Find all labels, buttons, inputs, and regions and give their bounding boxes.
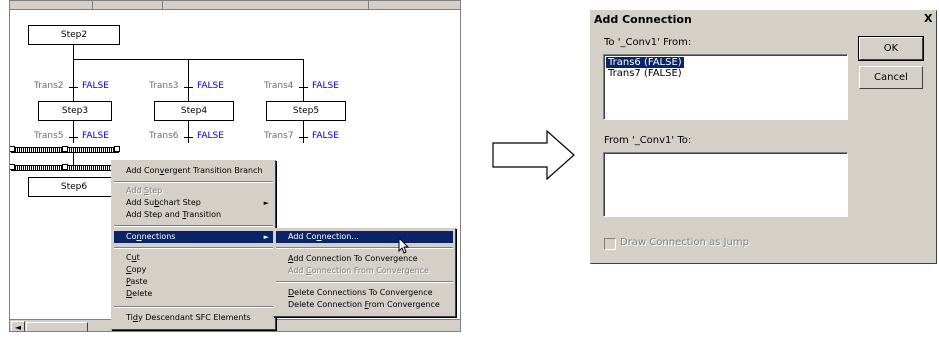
submenu-arrow-icon: ► <box>263 199 269 207</box>
right-arrow-icon <box>492 130 575 180</box>
menu-item-paste[interactable]: Paste <box>114 276 273 288</box>
transition-bar <box>184 87 193 88</box>
menu-separator <box>276 247 453 249</box>
list-item[interactable]: Trans7 (FALSE) <box>606 68 684 79</box>
add-connection-dialog: Add Connection X To '_Conv1' From: Trans… <box>590 10 937 264</box>
scroll-thumb[interactable] <box>26 322 88 331</box>
ok-button[interactable]: OK <box>858 36 924 61</box>
connector-line <box>73 121 74 143</box>
transition-value: FALSE <box>197 81 224 91</box>
transition-name[interactable]: Trans7 <box>264 131 294 141</box>
transition-name[interactable]: Trans4 <box>264 81 294 91</box>
connector-line <box>73 59 74 101</box>
step-step3[interactable]: Step3 <box>38 101 112 121</box>
draw-as-jump-checkbox[interactable] <box>604 238 616 250</box>
top-ruler <box>10 1 460 10</box>
menu-item-delete-connection-from-convergence[interactable]: Delete Connection From Convergence <box>276 299 453 311</box>
close-icon[interactable]: X <box>924 12 932 25</box>
transition-name[interactable]: Trans2 <box>34 81 64 91</box>
transition-name[interactable]: Trans3 <box>149 81 179 91</box>
transition-bar <box>184 137 193 138</box>
to-list-label: From '_Conv1' To: <box>604 135 692 146</box>
menu-item-add-step[interactable]: Add Step <box>114 185 273 197</box>
cancel-button[interactable]: Cancel <box>859 66 923 89</box>
connector-line <box>73 153 74 165</box>
menu-item-copy[interactable]: Copy <box>114 264 273 276</box>
ruler-divider <box>92 1 93 9</box>
transition-value: FALSE <box>312 81 339 91</box>
transition-value: FALSE <box>312 131 339 141</box>
menu-separator <box>114 247 273 249</box>
mouse-cursor-icon <box>398 237 410 254</box>
dialog-title: Add Connection <box>594 13 692 26</box>
context-menu: Add Convergent Transition Branch Add Ste… <box>111 160 276 330</box>
menu-item-delete[interactable]: Delete <box>114 288 273 300</box>
ruler-divider <box>368 1 369 9</box>
selection-handle[interactable] <box>10 146 15 152</box>
from-listbox[interactable]: Trans6 (FALSE) Trans7 (FALSE) <box>603 54 848 120</box>
transition-bar <box>69 87 78 88</box>
menu-separator <box>114 225 273 227</box>
step-step5[interactable]: Step5 <box>266 101 346 121</box>
transition-value: FALSE <box>82 81 109 91</box>
selection-handle[interactable] <box>114 146 120 152</box>
menu-separator <box>114 181 273 183</box>
ruler-divider <box>162 1 163 9</box>
connector-line <box>188 59 189 101</box>
from-list-label: To '_Conv1' From: <box>604 37 692 48</box>
menu-separator <box>114 306 273 308</box>
draw-as-jump-label: Draw Connection as Jump <box>620 237 749 248</box>
connections-submenu: Add Connection... Add Connection To Conv… <box>273 228 456 317</box>
selection-handle[interactable] <box>10 164 15 170</box>
transition-value: FALSE <box>197 131 224 141</box>
connector-line <box>73 45 74 59</box>
to-listbox[interactable] <box>603 152 848 217</box>
menu-item-delete-connections-to-convergence[interactable]: Delete Connections To Convergence <box>276 287 453 299</box>
transition-bar <box>299 87 308 88</box>
transition-value: FALSE <box>82 131 109 141</box>
menu-item-add-step-and-transition[interactable]: Add Step and Transition <box>114 209 273 221</box>
list-item[interactable]: Trans6 (FALSE) <box>606 57 684 68</box>
step-step2[interactable]: Step2 <box>28 25 120 45</box>
menu-item-add-connection[interactable]: Add Connection... <box>276 231 453 243</box>
transition-name[interactable]: Trans5 <box>34 131 64 141</box>
menu-item-connections[interactable]: Connections ► <box>114 231 273 243</box>
menu-item-add-connection-to-convergence[interactable]: Add Connection To Convergence <box>276 253 453 265</box>
menu-separator <box>276 281 453 283</box>
connector-line <box>303 121 304 143</box>
selection-handle[interactable] <box>62 164 68 170</box>
menu-item-tidy-descendant-sfc-elements[interactable]: Tidy Descendant SFC Elements <box>114 312 273 324</box>
menu-item-add-convergent-transition-branch[interactable]: Add Convergent Transition Branch <box>114 165 273 177</box>
connector-line <box>303 59 304 101</box>
selection-handle[interactable] <box>62 146 68 152</box>
menu-item-add-connection-from-convergence[interactable]: Add Connection From Convergence <box>276 265 453 277</box>
menu-item-add-subchart-step[interactable]: Add Subchart Step ► <box>114 197 273 209</box>
transition-name[interactable]: Trans6 <box>149 131 179 141</box>
menu-item-cut[interactable]: Cut <box>114 252 273 264</box>
connector-line <box>188 121 189 143</box>
dialog-titlebar[interactable]: Add Connection X <box>591 11 936 28</box>
transition-bar <box>69 137 78 138</box>
scroll-left-button[interactable]: ◄ <box>11 321 25 331</box>
step-step4[interactable]: Step4 <box>154 101 234 121</box>
transition-bar <box>299 137 308 138</box>
step-step6[interactable]: Step6 <box>28 177 120 197</box>
submenu-arrow-icon: ► <box>263 233 269 241</box>
